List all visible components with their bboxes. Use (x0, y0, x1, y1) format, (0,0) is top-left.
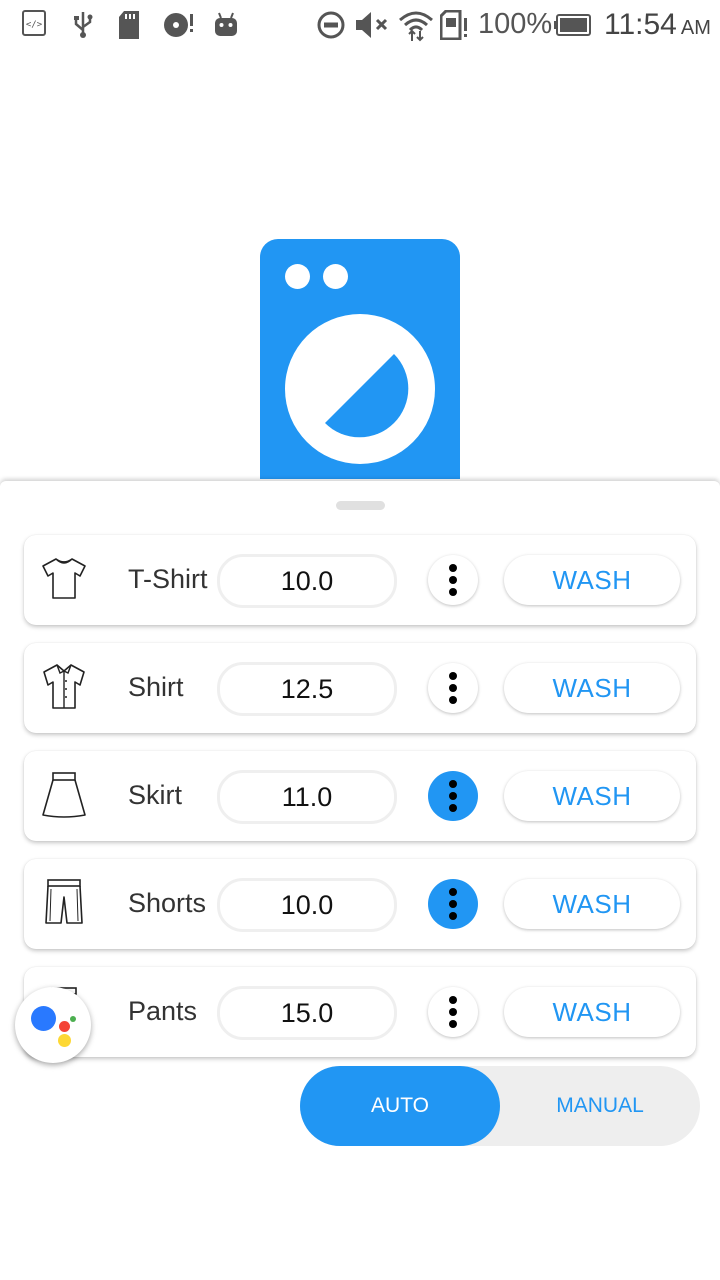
more-dot (449, 576, 457, 584)
drag-handle[interactable] (336, 501, 385, 510)
mode-auto-button[interactable]: AUTO (300, 1066, 500, 1146)
washer-knob-right (323, 264, 348, 289)
more-options-button[interactable] (428, 663, 478, 713)
battery-percent: 100% (478, 8, 553, 40)
garment-row-skirt: Skirt 11.0 WASH (24, 751, 696, 841)
assistant-dot-red (59, 1021, 70, 1032)
more-dot (449, 588, 457, 596)
more-dot (449, 804, 457, 812)
garment-label: Pants (128, 996, 198, 1026)
sd-card-icon (118, 10, 140, 45)
wifi-icon (398, 10, 434, 47)
more-dot (449, 792, 457, 800)
tshirt-icon (42, 558, 86, 599)
wash-button[interactable]: WASH (504, 555, 680, 605)
garment-row-shirt: Shirt 12.5 WASH (24, 643, 696, 733)
more-options-button[interactable] (428, 879, 478, 929)
assistant-dot-blue (31, 1006, 56, 1031)
svg-text:</>: </> (26, 20, 43, 30)
dnd-icon (316, 10, 346, 45)
weight-field[interactable]: 11.0 (217, 770, 397, 824)
weight-field[interactable]: 15.0 (217, 986, 397, 1040)
washing-machine-icon (260, 239, 460, 479)
garment-label: Shorts (128, 888, 207, 918)
weight-field[interactable]: 12.5 (217, 662, 397, 716)
wash-button[interactable]: WASH (504, 987, 680, 1037)
more-dot (449, 1008, 457, 1016)
more-dot (449, 900, 457, 908)
mode-manual-button[interactable]: MANUAL (500, 1066, 700, 1146)
more-dot (449, 696, 457, 704)
more-options-button[interactable] (428, 987, 478, 1037)
disc-alert-icon (163, 10, 195, 43)
garment-label: T-Shirt (128, 564, 208, 594)
washer-door (285, 314, 435, 464)
clock-time: 11:54 (604, 8, 677, 41)
wash-button[interactable]: WASH (504, 771, 680, 821)
more-options-button[interactable] (428, 771, 478, 821)
weight-field[interactable]: 10.0 (217, 878, 397, 932)
more-options-button[interactable] (428, 555, 478, 605)
assistant-dot-yellow (58, 1034, 71, 1047)
assistant-button[interactable] (15, 987, 91, 1063)
clock-ampm: AM (680, 17, 711, 39)
more-dot (449, 684, 457, 692)
developer-icon: </> (22, 10, 46, 41)
battery-icon (554, 14, 592, 41)
garment-label: Shirt (128, 672, 184, 702)
more-dot (449, 888, 457, 896)
android-icon (213, 10, 239, 43)
garment-row-tshirt: T-Shirt 10.0 WASH (24, 535, 696, 625)
shorts-icon (45, 879, 83, 924)
wash-button[interactable]: WASH (504, 663, 680, 713)
clock: 11:54 AM (604, 8, 711, 42)
usb-icon (72, 10, 94, 43)
wash-button[interactable]: WASH (504, 879, 680, 929)
more-dot (449, 996, 457, 1004)
mute-icon (354, 10, 390, 45)
garment-row-pants: Pants 15.0 WASH (24, 967, 696, 1057)
garment-label: Skirt (128, 780, 182, 810)
more-dot (449, 672, 457, 680)
sim-alert-icon (439, 9, 470, 45)
more-dot (449, 1020, 457, 1028)
shirt-icon (43, 664, 85, 709)
more-dot (449, 912, 457, 920)
more-dot (449, 564, 457, 572)
status-bar: </> 100% 11:54 AM (0, 0, 720, 52)
skirt-icon (42, 772, 86, 818)
assistant-dot-green (70, 1016, 76, 1022)
garment-row-shorts: Shorts 10.0 WASH (24, 859, 696, 949)
washer-knob-left (285, 264, 310, 289)
more-dot (449, 780, 457, 788)
mode-toggle: AUTO MANUAL (300, 1066, 700, 1146)
weight-field[interactable]: 10.0 (217, 554, 397, 608)
